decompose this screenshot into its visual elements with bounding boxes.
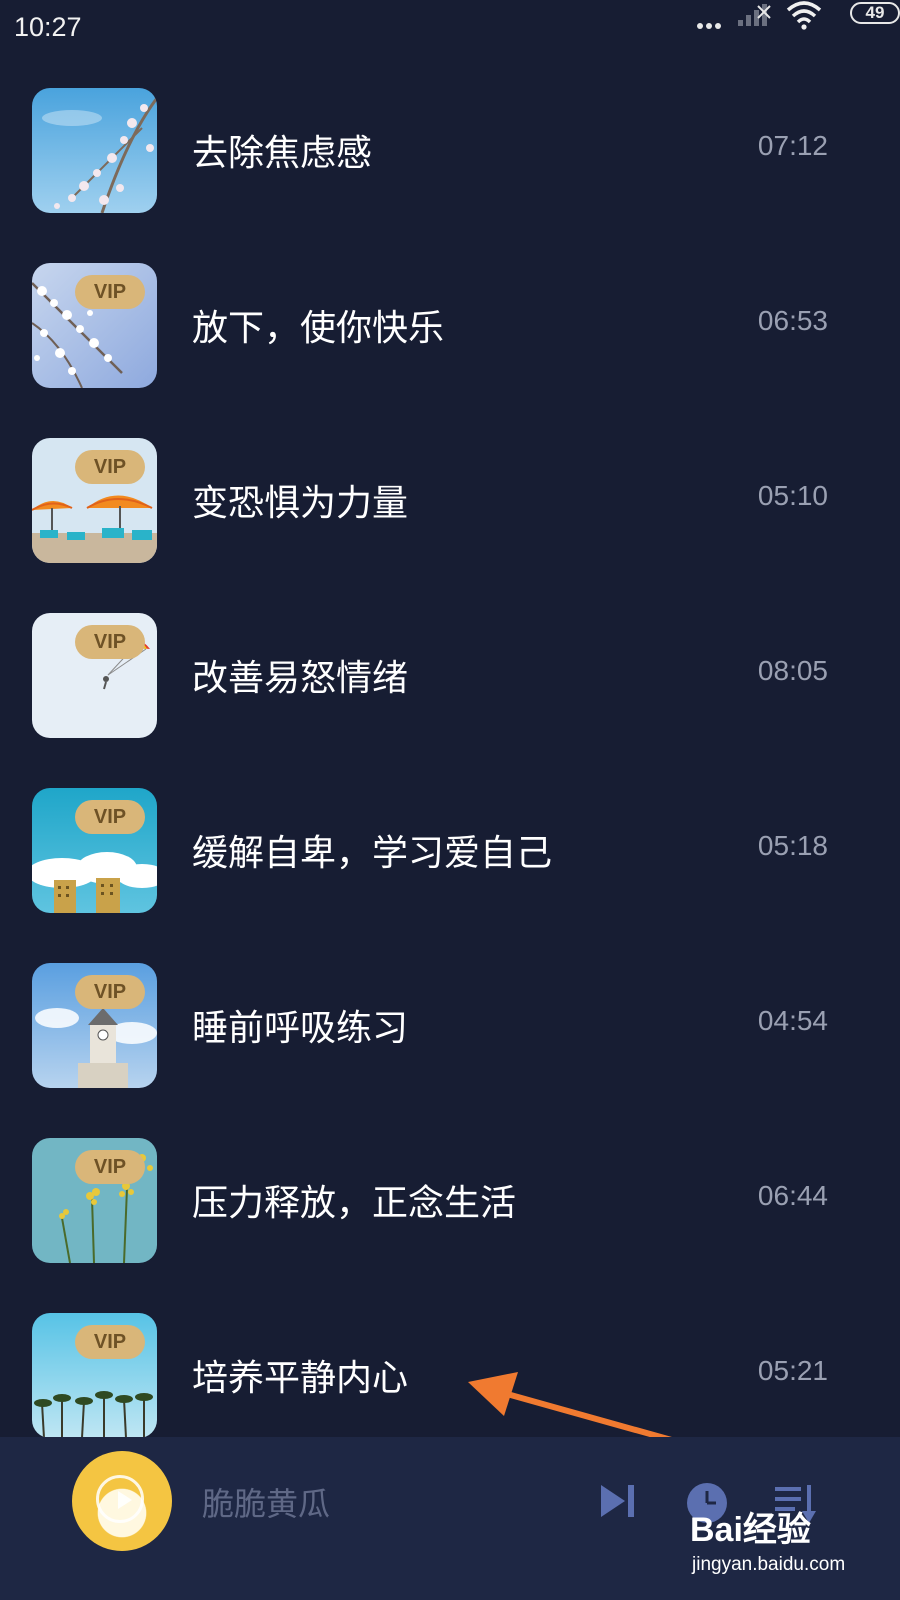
now-playing-title[interactable]: 脆脆黄瓜 (202, 1479, 330, 1525)
track-thumbnail: VIP (32, 788, 157, 913)
track-row[interactable]: VIP 放下，使你快乐 06:53 (0, 237, 900, 408)
track-duration: 05:18 (757, 830, 828, 861)
vip-badge: VIP (75, 975, 145, 1009)
track-duration: 04:54 (757, 1005, 828, 1036)
track-title: 变恐惧为力量 (192, 483, 409, 524)
track-title: 缓解自卑，学习爱自己 (192, 833, 553, 874)
track-duration: 06:53 (757, 305, 828, 336)
track-row[interactable]: VIP 缓解自卑，学习爱自己 05:18 (0, 762, 900, 933)
track-title: 睡前呼吸练习 (192, 1008, 409, 1049)
track-duration: 08:05 (757, 655, 828, 686)
watermark-url: jingyan.baidu.com (692, 1554, 846, 1575)
track-title: 放下，使你快乐 (192, 308, 445, 349)
track-row[interactable]: 去除焦虑感 07:12 (0, 62, 900, 233)
track-duration: 06:44 (757, 1180, 828, 1211)
skip-next-icon[interactable] (597, 1481, 637, 1521)
track-title: 培养平静内心 (192, 1358, 409, 1399)
vip-badge: VIP (75, 275, 145, 309)
track-title: 压力释放，正念生活 (192, 1183, 517, 1224)
track-duration: 07:12 (757, 130, 828, 161)
track-thumbnail: VIP (32, 263, 157, 388)
status-time: 10:27 (14, 12, 82, 42)
track-title: 去除焦虑感 (192, 133, 373, 174)
vip-badge: VIP (75, 625, 145, 659)
wifi-icon (786, 1, 822, 30)
vip-badge: VIP (75, 1325, 145, 1359)
track-row[interactable]: VIP 变恐惧为力量 05:10 (0, 412, 900, 583)
now-playing-cover[interactable] (72, 1451, 172, 1551)
vip-badge: VIP (75, 800, 145, 834)
track-thumbnail: VIP (32, 963, 157, 1088)
baidu-jingyan-watermark: Bai经验 jingyan.baidu.com (690, 1502, 870, 1597)
watermark-brand: Bai经验 (690, 1511, 811, 1549)
track-row[interactable]: VIP 睡前呼吸练习 04:54 (0, 937, 900, 1108)
track-title: 改善易怒情绪 (192, 658, 409, 699)
track-thumbnail (32, 88, 157, 213)
more-dots-icon (697, 14, 724, 33)
track-thumbnail: VIP (32, 438, 157, 563)
cellular-signal-icon (738, 4, 771, 26)
vip-badge: VIP (75, 1150, 145, 1184)
track-thumbnail: VIP (32, 1138, 157, 1263)
track-row[interactable]: VIP 压力释放，正念生活 06:44 (0, 1112, 900, 1283)
battery-indicator: 49 (850, 2, 900, 24)
vip-badge: VIP (75, 450, 145, 484)
track-thumbnail: VIP (32, 1313, 157, 1438)
play-icon[interactable] (96, 1475, 144, 1523)
track-duration: 05:10 (757, 480, 828, 511)
status-bar: 10:27 49 (0, 0, 900, 62)
track-row[interactable]: VIP 改善易怒情绪 08:05 (0, 587, 900, 758)
track-thumbnail: VIP (32, 613, 157, 738)
